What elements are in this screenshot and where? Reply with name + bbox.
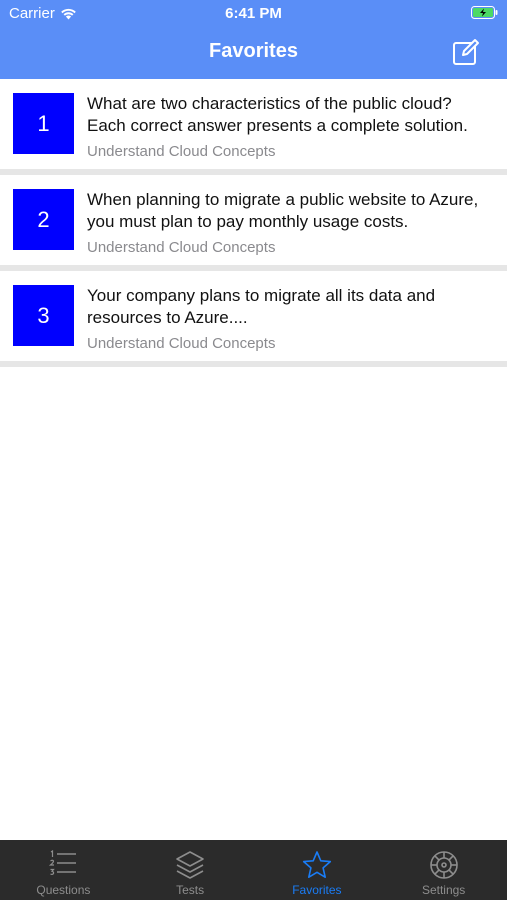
tab-favorites[interactable]: Favorites xyxy=(254,840,381,900)
gear-icon xyxy=(429,851,458,879)
tab-label: Settings xyxy=(421,883,466,897)
question-number-badge: 2 xyxy=(13,189,74,250)
star-icon xyxy=(302,851,331,878)
question-category: Understand Cloud Concepts xyxy=(87,335,276,352)
question-text: Your company plans to migrate all its da… xyxy=(87,286,436,327)
tab-tests[interactable]: Tests xyxy=(127,840,254,900)
status-bar: Carrier 6:41 PM xyxy=(0,0,507,28)
tab-label: Questions xyxy=(36,883,91,897)
favorites-list: 1 What are two characteristics of the pu… xyxy=(0,79,507,367)
tab-questions[interactable]: Questions xyxy=(0,840,127,900)
question-number-badge: 3 xyxy=(13,285,74,346)
list-icon xyxy=(49,850,77,875)
question-text: When planning to migrate a public websit… xyxy=(87,190,479,231)
question-text: What are two characteristics of the publ… xyxy=(87,94,468,135)
list-item[interactable]: 3 Your company plans to migrate all its … xyxy=(0,271,507,367)
tab-label: Tests xyxy=(176,883,205,897)
status-time: 6:41 PM xyxy=(225,5,282,22)
layers-icon xyxy=(176,851,204,879)
question-category: Understand Cloud Concepts xyxy=(87,143,276,160)
page-title: Favorites xyxy=(209,40,298,62)
tab-label: Favorites xyxy=(292,883,342,897)
question-number-badge: 1 xyxy=(13,93,74,154)
list-item[interactable]: 1 What are two characteristics of the pu… xyxy=(0,79,507,175)
question-category: Understand Cloud Concepts xyxy=(87,239,276,256)
battery-charging-icon xyxy=(471,6,498,19)
tab-bar: Questions Tests Favorites Settings xyxy=(0,840,507,900)
edit-icon[interactable] xyxy=(452,38,480,66)
tab-settings[interactable]: Settings xyxy=(380,840,507,900)
nav-header: Carrier 6:41 PM Favorites xyxy=(0,0,507,79)
list-item[interactable]: 2 When planning to migrate a public webs… xyxy=(0,175,507,271)
